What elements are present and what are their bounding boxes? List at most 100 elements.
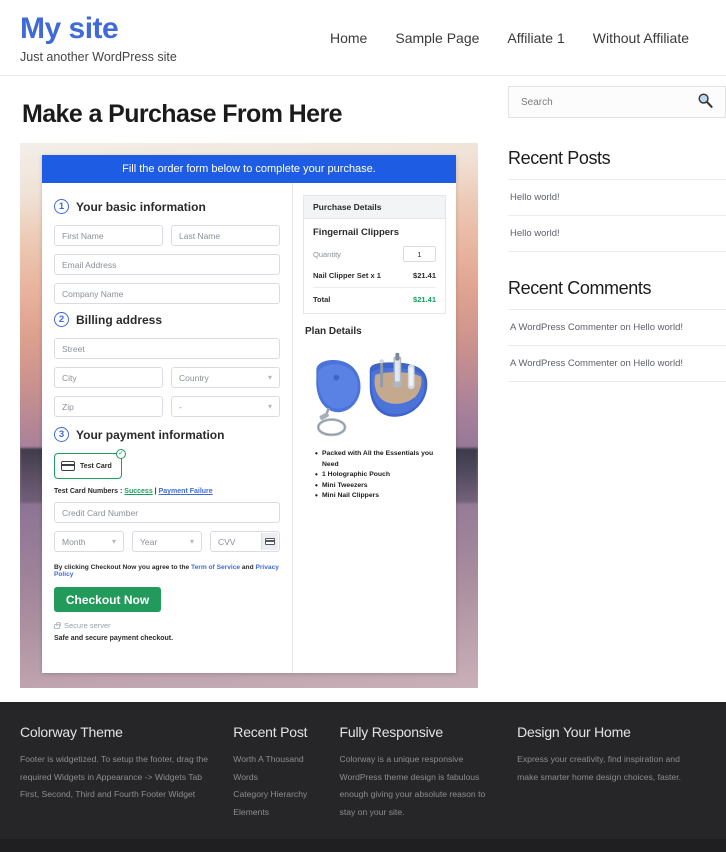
expiry-cvv-row: Month ▾ Year ▾ CVV bbox=[54, 531, 280, 560]
secure-server-label: Secure server bbox=[64, 621, 111, 630]
footer-widget-title: Fully Responsive bbox=[339, 724, 444, 740]
test-card-failure-link[interactable]: Payment Failure bbox=[159, 488, 213, 495]
expiry-year-value: Year bbox=[140, 536, 158, 547]
nav-item-sample-page[interactable]: Sample Page bbox=[395, 30, 479, 46]
plan-feature-list: Packed with All the Essentials you Need … bbox=[315, 448, 446, 502]
footer-widget-colorway-theme: Colorway Theme Footer is widgetized. To … bbox=[20, 724, 233, 821]
step-1-label: Your basic information bbox=[76, 199, 206, 214]
country-select-value: Country bbox=[179, 372, 209, 383]
secure-server-note: Secure server bbox=[54, 621, 280, 630]
state-select-value: - bbox=[179, 401, 182, 412]
list-item[interactable]: Elements bbox=[233, 804, 321, 822]
product-image-nail-clipper-kit bbox=[303, 341, 446, 441]
search-input[interactable]: Search bbox=[521, 97, 553, 108]
purchase-details-body: Fingernail Clippers Quantity 1 Nail Clip… bbox=[304, 219, 445, 313]
list-item[interactable]: A WordPress Commenter on Hello world! bbox=[508, 346, 726, 382]
cvv-placeholder: CVV bbox=[218, 536, 236, 547]
site-tagline: Just another WordPress site bbox=[20, 50, 177, 64]
email-input[interactable]: Email Address bbox=[54, 254, 280, 275]
step-3-heading: 3 Your payment information bbox=[54, 427, 280, 442]
lock-icon bbox=[54, 621, 61, 629]
footer-widget-recent-post: Recent Post Worth A Thousand Words Categ… bbox=[233, 724, 339, 821]
step-2-heading: 2 Billing address bbox=[54, 312, 280, 327]
cvv-input[interactable]: CVV bbox=[210, 531, 280, 552]
line-item-amount: $21.41 bbox=[413, 271, 436, 280]
test-card-prefix: Test Card Numbers : bbox=[54, 488, 123, 495]
zip-input[interactable]: Zip bbox=[54, 396, 163, 417]
footer-widget-title: Recent Post bbox=[233, 724, 308, 740]
credit-card-number-input[interactable]: Credit Card Number bbox=[54, 502, 280, 523]
state-select[interactable]: - ▾ bbox=[171, 396, 280, 417]
plan-details-heading: Plan Details bbox=[305, 326, 362, 337]
checkout-background-photo: Fill the order form below to complete yo… bbox=[20, 143, 478, 688]
purchase-details-card: Purchase Details Fingernail Clippers Qua… bbox=[303, 195, 446, 314]
line-item-row: Nail Clipper Set x 1 $21.41 bbox=[313, 271, 436, 288]
credit-card-icon bbox=[61, 461, 75, 471]
test-card-success-link[interactable]: Success bbox=[124, 488, 152, 495]
expiry-month-select[interactable]: Month ▾ bbox=[54, 531, 124, 552]
last-name-input[interactable]: Last Name bbox=[171, 225, 280, 246]
footer-widget-title: Design Your Home bbox=[517, 724, 631, 740]
name-row: First Name Last Name bbox=[54, 225, 280, 254]
quantity-label: Quantity bbox=[313, 249, 341, 259]
footer-widget-fully-responsive: Fully Responsive Colorway is a unique re… bbox=[340, 724, 518, 821]
list-item[interactable]: Worth A Thousand Words bbox=[233, 751, 321, 786]
list-item[interactable]: Hello world! bbox=[508, 216, 726, 252]
step-1-heading: 1 Your basic information bbox=[54, 199, 280, 214]
test-card-label: Test Card bbox=[80, 462, 112, 470]
search-widget[interactable]: Search bbox=[508, 86, 726, 118]
city-input[interactable]: City bbox=[54, 367, 163, 388]
chevron-down-icon: ▾ bbox=[267, 373, 272, 382]
zip-state-row: Zip - ▾ bbox=[54, 396, 280, 425]
test-card-separator: | bbox=[154, 488, 157, 495]
test-card-option[interactable]: Test Card ✓ bbox=[54, 449, 126, 479]
copyright-bar: My site - Just another WordPress site Co… bbox=[0, 839, 726, 852]
step-2-label: Billing address bbox=[76, 312, 163, 327]
expiry-month-value: Month bbox=[62, 536, 86, 547]
expiry-year-select[interactable]: Year ▾ bbox=[132, 531, 202, 552]
list-item: Packed with All the Essentials you Need bbox=[315, 448, 446, 470]
site-footer: Colorway Theme Footer is widgetized. To … bbox=[0, 702, 726, 840]
card-back-icon bbox=[261, 533, 278, 550]
list-item: Mini Tweezers bbox=[315, 480, 446, 492]
product-name: Fingernail Clippers bbox=[313, 227, 400, 238]
form-left-column: 1 Your basic information First Name Last… bbox=[42, 183, 293, 673]
recent-comments-widget: Recent Comments A WordPress Commenter on… bbox=[508, 278, 726, 382]
nav-item-without-affiliate[interactable]: Without Affiliate bbox=[593, 30, 689, 46]
purchase-details-heading: Purchase Details bbox=[304, 196, 445, 219]
recent-posts-widget: Recent Posts Hello world! Hello world! bbox=[508, 148, 726, 252]
footer-widget-design-your-home: Design Your Home Express your creativity… bbox=[517, 724, 706, 821]
checkout-now-button[interactable]: Checkout Now bbox=[54, 587, 161, 612]
page-wrapper: Make a Purchase From Here Fill the order… bbox=[0, 76, 726, 688]
terms-of-service-link[interactable]: Term of Service bbox=[191, 564, 240, 571]
street-input[interactable]: Street bbox=[54, 338, 280, 359]
country-select[interactable]: Country ▾ bbox=[171, 367, 280, 388]
first-name-input[interactable]: First Name bbox=[54, 225, 163, 246]
test-card-numbers-line: Test Card Numbers : Success | Payment Fa… bbox=[54, 488, 280, 495]
terms-prefix: By clicking Checkout Now you agree to th… bbox=[54, 564, 190, 571]
list-item[interactable]: A WordPress Commenter on Hello world! bbox=[508, 310, 726, 346]
site-title[interactable]: My site bbox=[20, 12, 177, 45]
list-item[interactable]: Hello world! bbox=[508, 180, 726, 216]
total-row: Total $21.41 bbox=[313, 288, 436, 304]
total-amount: $21.41 bbox=[413, 295, 436, 304]
company-input[interactable]: Company Name bbox=[54, 283, 280, 304]
page-title: Make a Purchase From Here bbox=[22, 100, 342, 128]
city-country-row: City Country ▾ bbox=[54, 367, 280, 396]
list-item: 1 Holographic Pouch bbox=[315, 469, 446, 481]
step-3-number: 3 bbox=[54, 427, 69, 442]
quantity-input[interactable]: 1 bbox=[403, 246, 436, 262]
line-item-label: Nail Clipper Set x 1 bbox=[313, 271, 381, 280]
nav-item-affiliate-1[interactable]: Affiliate 1 bbox=[507, 30, 564, 46]
recent-posts-title: Recent Posts bbox=[508, 148, 726, 180]
search-icon[interactable] bbox=[697, 92, 713, 113]
checkout-form-card: Fill the order form below to complete yo… bbox=[42, 155, 456, 673]
list-item[interactable]: Category Hierarchy bbox=[233, 786, 321, 804]
recent-posts-list: Hello world! Hello world! bbox=[508, 180, 726, 252]
site-header: My site Just another WordPress site Home… bbox=[0, 0, 726, 76]
nav-item-home[interactable]: Home bbox=[330, 30, 367, 46]
chevron-down-icon: ▾ bbox=[111, 537, 116, 546]
form-banner: Fill the order form below to complete yo… bbox=[42, 155, 456, 183]
quantity-row: Quantity 1 bbox=[313, 246, 436, 262]
recent-comments-list: A WordPress Commenter on Hello world! A … bbox=[508, 310, 726, 382]
